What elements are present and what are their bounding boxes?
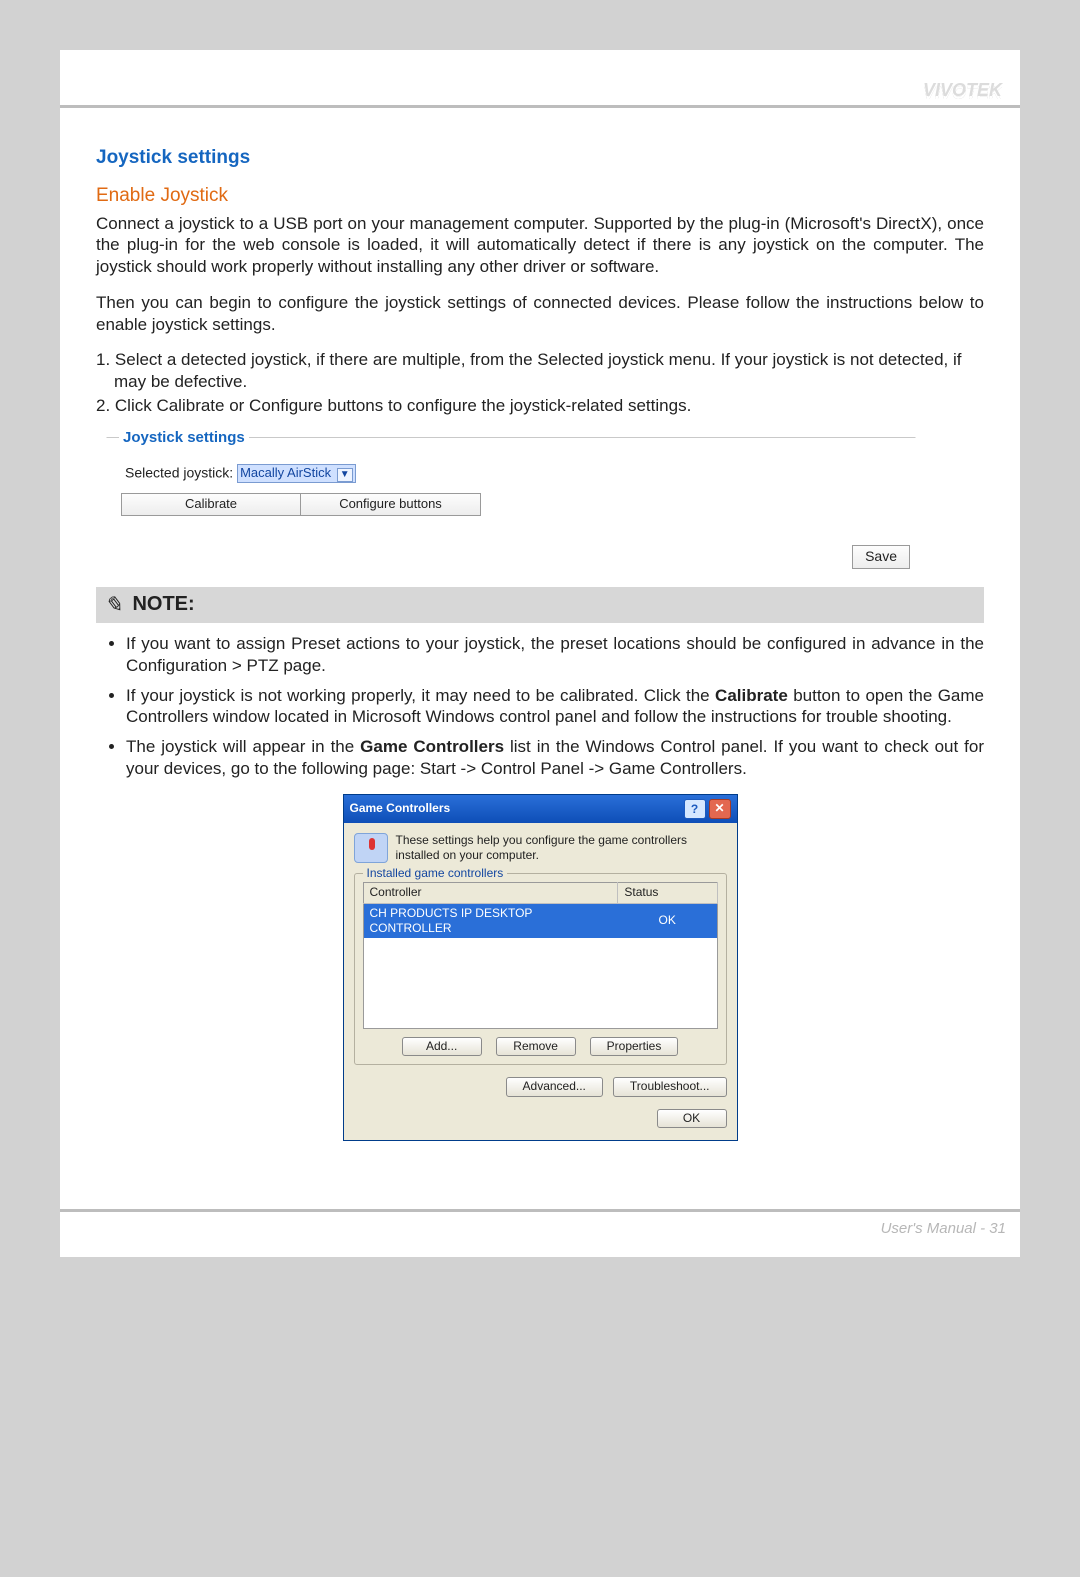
save-button[interactable]: Save [852, 545, 910, 569]
add-button[interactable]: Add... [402, 1037, 482, 1056]
heading-joystick-settings: Joystick settings [96, 146, 984, 170]
joystick-icon [354, 833, 388, 863]
note-header: ✎ NOTE: [96, 587, 984, 623]
close-icon[interactable]: ✕ [709, 799, 731, 819]
pencil-icon: ✎ [104, 591, 122, 619]
note-bullet-3-bold: Game Controllers [360, 737, 504, 756]
step-2: 2. Click Calibrate or Configure buttons … [114, 395, 984, 417]
controllers-table: Controller Status CH PRODUCTS IP DESKTOP… [363, 882, 718, 1029]
note-bullet-2-bold: Calibrate [715, 686, 788, 705]
help-icon[interactable]: ? [684, 799, 706, 819]
cell-controller: CH PRODUCTS IP DESKTOP CONTROLLER [363, 903, 618, 938]
selected-joystick-dropdown[interactable]: Macally AirStick ▼ [237, 464, 356, 484]
installed-controllers-fieldset: Installed game controllers Controller St… [354, 873, 727, 1065]
brand-text: VIVOTEK [923, 56, 1002, 76]
note-label: NOTE: [132, 592, 194, 618]
paragraph-intro-2: Then you can begin to configure the joys… [96, 292, 984, 336]
installed-controllers-legend: Installed game controllers [363, 866, 508, 881]
paragraph-intro-1: Connect a joystick to a USB port on your… [96, 213, 984, 278]
brand-label: VIVOTEK [923, 80, 1002, 100]
ok-button[interactable]: OK [657, 1109, 727, 1128]
col-controller[interactable]: Controller [363, 883, 618, 903]
col-status[interactable]: Status [618, 883, 717, 903]
dialog-titlebar: Game Controllers ? ✕ [344, 795, 737, 823]
table-empty-area [363, 938, 717, 1028]
remove-button[interactable]: Remove [496, 1037, 576, 1056]
note-bullet-3a: The joystick will appear in the [126, 737, 360, 756]
note-bullet-2a: If your joystick is not working properly… [126, 686, 715, 705]
selected-joystick-value: Macally AirStick [240, 465, 331, 480]
selected-joystick-row: Selected joystick: Macally AirStick ▼ [125, 464, 901, 484]
cell-status: OK [618, 903, 717, 938]
advanced-button[interactable]: Advanced... [506, 1077, 603, 1096]
troubleshoot-button[interactable]: Troubleshoot... [613, 1077, 727, 1096]
joystick-settings-fieldset: Joystick settings Selected joystick: Mac… [106, 437, 916, 531]
properties-button[interactable]: Properties [590, 1037, 679, 1056]
calibrate-button[interactable]: Calibrate [121, 493, 301, 516]
note-bullet-1: If you want to assign Preset actions to … [126, 633, 984, 677]
heading-enable-joystick: Enable Joystick [96, 184, 984, 208]
selected-joystick-label: Selected joystick: [125, 464, 233, 480]
configure-buttons-button[interactable]: Configure buttons [301, 493, 481, 516]
game-controllers-dialog: Game Controllers ? ✕ These settings help… [343, 794, 738, 1141]
chevron-down-icon[interactable]: ▼ [337, 468, 353, 483]
note-bullet-3: The joystick will appear in the Game Con… [126, 736, 984, 780]
step-1: 1. Select a detected joystick, if there … [114, 349, 984, 393]
dialog-title: Game Controllers [350, 801, 451, 816]
fieldset-legend: Joystick settings [119, 428, 249, 447]
page-footer: User's Manual - 31 [60, 1209, 1020, 1257]
note-bullet-2: If your joystick is not working properly… [126, 685, 984, 729]
table-row[interactable]: CH PRODUCTS IP DESKTOP CONTROLLER OK [363, 903, 717, 938]
dialog-description: These settings help you configure the ga… [396, 833, 727, 864]
